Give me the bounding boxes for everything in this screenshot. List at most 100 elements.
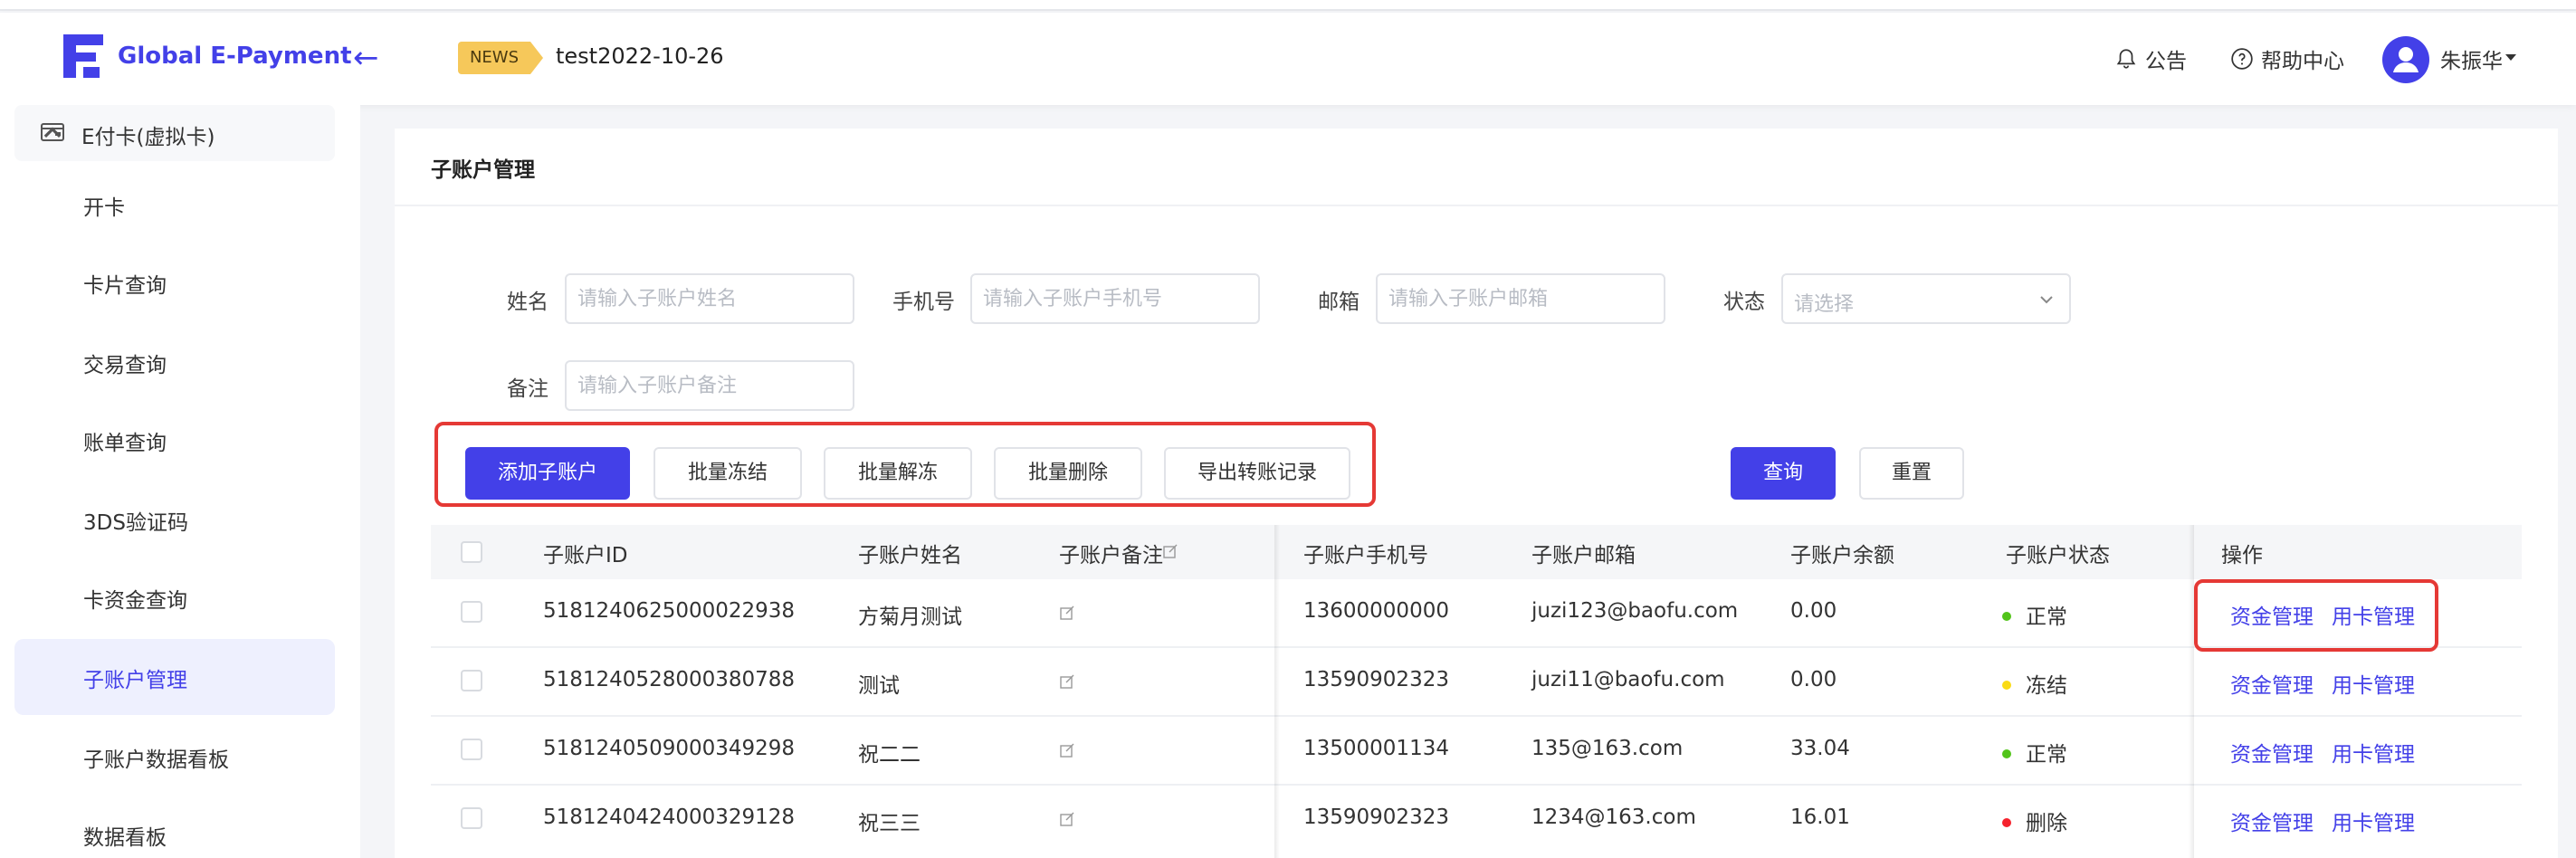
reset-button[interactable]: 重置 <box>1859 447 1964 500</box>
help-label: 帮助中心 <box>2261 50 2344 73</box>
sidebar-item-3ds-code[interactable]: 3DS验证码 <box>14 481 335 558</box>
header: Global E-Payment ← NEWS test2022-10-26 公… <box>0 13 2576 105</box>
brand-name: Global E-Payment <box>118 43 352 70</box>
cell-name: 方菊月测试 <box>858 605 962 629</box>
status-dot <box>2002 748 2011 758</box>
fund-management-link[interactable]: 资金管理 <box>2230 737 2314 767</box>
edit-icon[interactable] <box>1059 605 1075 621</box>
remark-label: 备注 <box>507 377 549 401</box>
th-balance: 子账户余额 <box>1790 544 1894 567</box>
cell-balance: 0.00 <box>1790 599 1837 623</box>
th-operations: 操作 <box>2221 544 2263 567</box>
sidebar-item-subaccount-dashboard[interactable]: 子账户数据看板 <box>14 719 335 795</box>
cell-balance: 0.00 <box>1790 668 1837 691</box>
back-arrow-icon[interactable]: ← <box>353 40 379 76</box>
sidebar-item-label: 3DS验证码 <box>83 511 188 535</box>
row-checkbox[interactable] <box>461 670 482 691</box>
cell-name: 祝三三 <box>858 812 921 835</box>
avatar[interactable] <box>2382 36 2429 83</box>
cell-name: 测试 <box>858 674 900 698</box>
batch-unfreeze-button[interactable]: 批量解冻 <box>824 447 972 500</box>
th-remark: 子账户备注 <box>1059 544 1163 567</box>
divider <box>395 205 2558 206</box>
remark-input[interactable] <box>565 360 854 411</box>
table-row: 5181240424000329128 祝三三 13590902323 1234… <box>431 786 2522 854</box>
cell-name: 祝二二 <box>858 743 921 767</box>
row-checkbox[interactable] <box>461 739 482 760</box>
cell-id: 5181240509000349298 <box>543 737 796 760</box>
user-icon <box>2393 47 2419 72</box>
export-transfer-records-button[interactable]: 导出转账记录 <box>1164 447 1350 500</box>
status-dot <box>2002 817 2011 827</box>
batch-freeze-button[interactable]: 批量冻结 <box>654 447 802 500</box>
query-button[interactable]: 查询 <box>1731 447 1836 500</box>
sidebar-group-label: E付卡(虚拟卡) <box>81 126 215 149</box>
status-dot <box>2002 680 2011 690</box>
th-email: 子账户邮箱 <box>1531 544 1636 567</box>
add-subaccount-button[interactable]: 添加子账户 <box>465 447 630 500</box>
sidebar-item-label: 卡资金查询 <box>83 589 187 613</box>
news-badge: NEWS <box>458 42 543 74</box>
highlight-box-operations <box>2194 579 2438 652</box>
help-center-button[interactable]: 帮助中心 <box>2230 43 2344 74</box>
sidebar-item-bill-query[interactable]: 账单查询 <box>14 402 335 478</box>
row-checkbox[interactable] <box>461 601 482 623</box>
fixed-column-shadow-left <box>1274 525 1280 858</box>
email-label: 邮箱 <box>1318 291 1360 314</box>
news-text[interactable]: test2022-10-26 <box>556 43 724 69</box>
status-label: 状态 <box>1723 291 1765 314</box>
sidebar-item-subaccount-management[interactable]: 子账户管理 <box>14 639 335 715</box>
status-select[interactable]: 请选择 <box>1781 273 2071 324</box>
user-name[interactable]: 朱振华 <box>2440 43 2503 74</box>
table-row: 5181240509000349298 祝二二 13500001134 135@… <box>431 717 2522 786</box>
caret-down-icon[interactable] <box>2505 54 2516 61</box>
sidebar: E付卡(虚拟卡) 开卡 卡片查询 交易查询 账单查询 3DS验证码 卡资金查询 … <box>0 105 360 858</box>
status-text: 删除 <box>2026 812 2067 835</box>
phone-input[interactable] <box>970 273 1260 324</box>
card-management-link[interactable]: 用卡管理 <box>2332 668 2415 699</box>
sidebar-item-label: 开卡 <box>83 196 125 220</box>
sidebar-group-ecard[interactable]: E付卡(虚拟卡) <box>14 105 335 161</box>
brand-logo[interactable]: Global E-Payment <box>60 31 352 81</box>
sidebar-item-dashboard[interactable]: 数据看板 <box>14 796 335 858</box>
page-title: 子账户管理 <box>431 158 535 182</box>
edit-icon[interactable] <box>1059 742 1075 758</box>
cell-email: juzi11@baofu.com <box>1531 668 1725 691</box>
select-all-checkbox[interactable] <box>461 541 482 563</box>
sidebar-item-label: 交易查询 <box>83 354 167 377</box>
fund-management-link[interactable]: 资金管理 <box>2230 668 2314 699</box>
sidebar-item-open-card[interactable]: 开卡 <box>14 167 335 243</box>
sidebar-item-label: 数据看板 <box>83 826 167 850</box>
email-input[interactable] <box>1376 273 1665 324</box>
top-strip <box>0 0 2576 11</box>
fixed-column-shadow-right <box>2189 525 2194 858</box>
table-row: 5181240528000380788 测试 13590902323 juzi1… <box>431 648 2522 717</box>
notice-label: 公告 <box>2145 50 2187 73</box>
row-checkbox[interactable] <box>461 807 482 829</box>
cell-id: 5181240528000380788 <box>543 668 796 691</box>
sidebar-item-card-query[interactable]: 卡片查询 <box>14 244 335 320</box>
status-text: 正常 <box>2026 605 2067 629</box>
card-management-link[interactable]: 用卡管理 <box>2332 806 2415 836</box>
card-management-link[interactable]: 用卡管理 <box>2332 737 2415 767</box>
edit-icon[interactable] <box>1059 673 1075 690</box>
chevron-down-icon <box>2040 296 2053 304</box>
edit-icon[interactable] <box>1162 543 1178 559</box>
fund-management-link[interactable]: 资金管理 <box>2230 806 2314 836</box>
status-text: 正常 <box>2026 743 2067 767</box>
edit-icon[interactable] <box>1059 811 1075 827</box>
name-label: 姓名 <box>507 291 549 314</box>
name-input[interactable] <box>565 273 854 324</box>
batch-delete-button[interactable]: 批量删除 <box>994 447 1142 500</box>
cell-status: 冻结 <box>2002 668 2067 699</box>
sidebar-item-card-funds[interactable]: 卡资金查询 <box>14 559 335 635</box>
cell-phone: 13590902323 <box>1303 806 1449 829</box>
help-icon <box>2231 48 2253 70</box>
sidebar-item-transaction-query[interactable]: 交易查询 <box>14 324 335 400</box>
cell-id: 5181240625000022938 <box>543 599 796 623</box>
status-text: 冻结 <box>2026 674 2067 698</box>
status-dot <box>2002 611 2011 621</box>
status-select-placeholder: 请选择 <box>1794 293 1855 316</box>
th-phone: 子账户手机号 <box>1303 544 1428 567</box>
notice-button[interactable]: 公告 <box>2114 43 2187 74</box>
